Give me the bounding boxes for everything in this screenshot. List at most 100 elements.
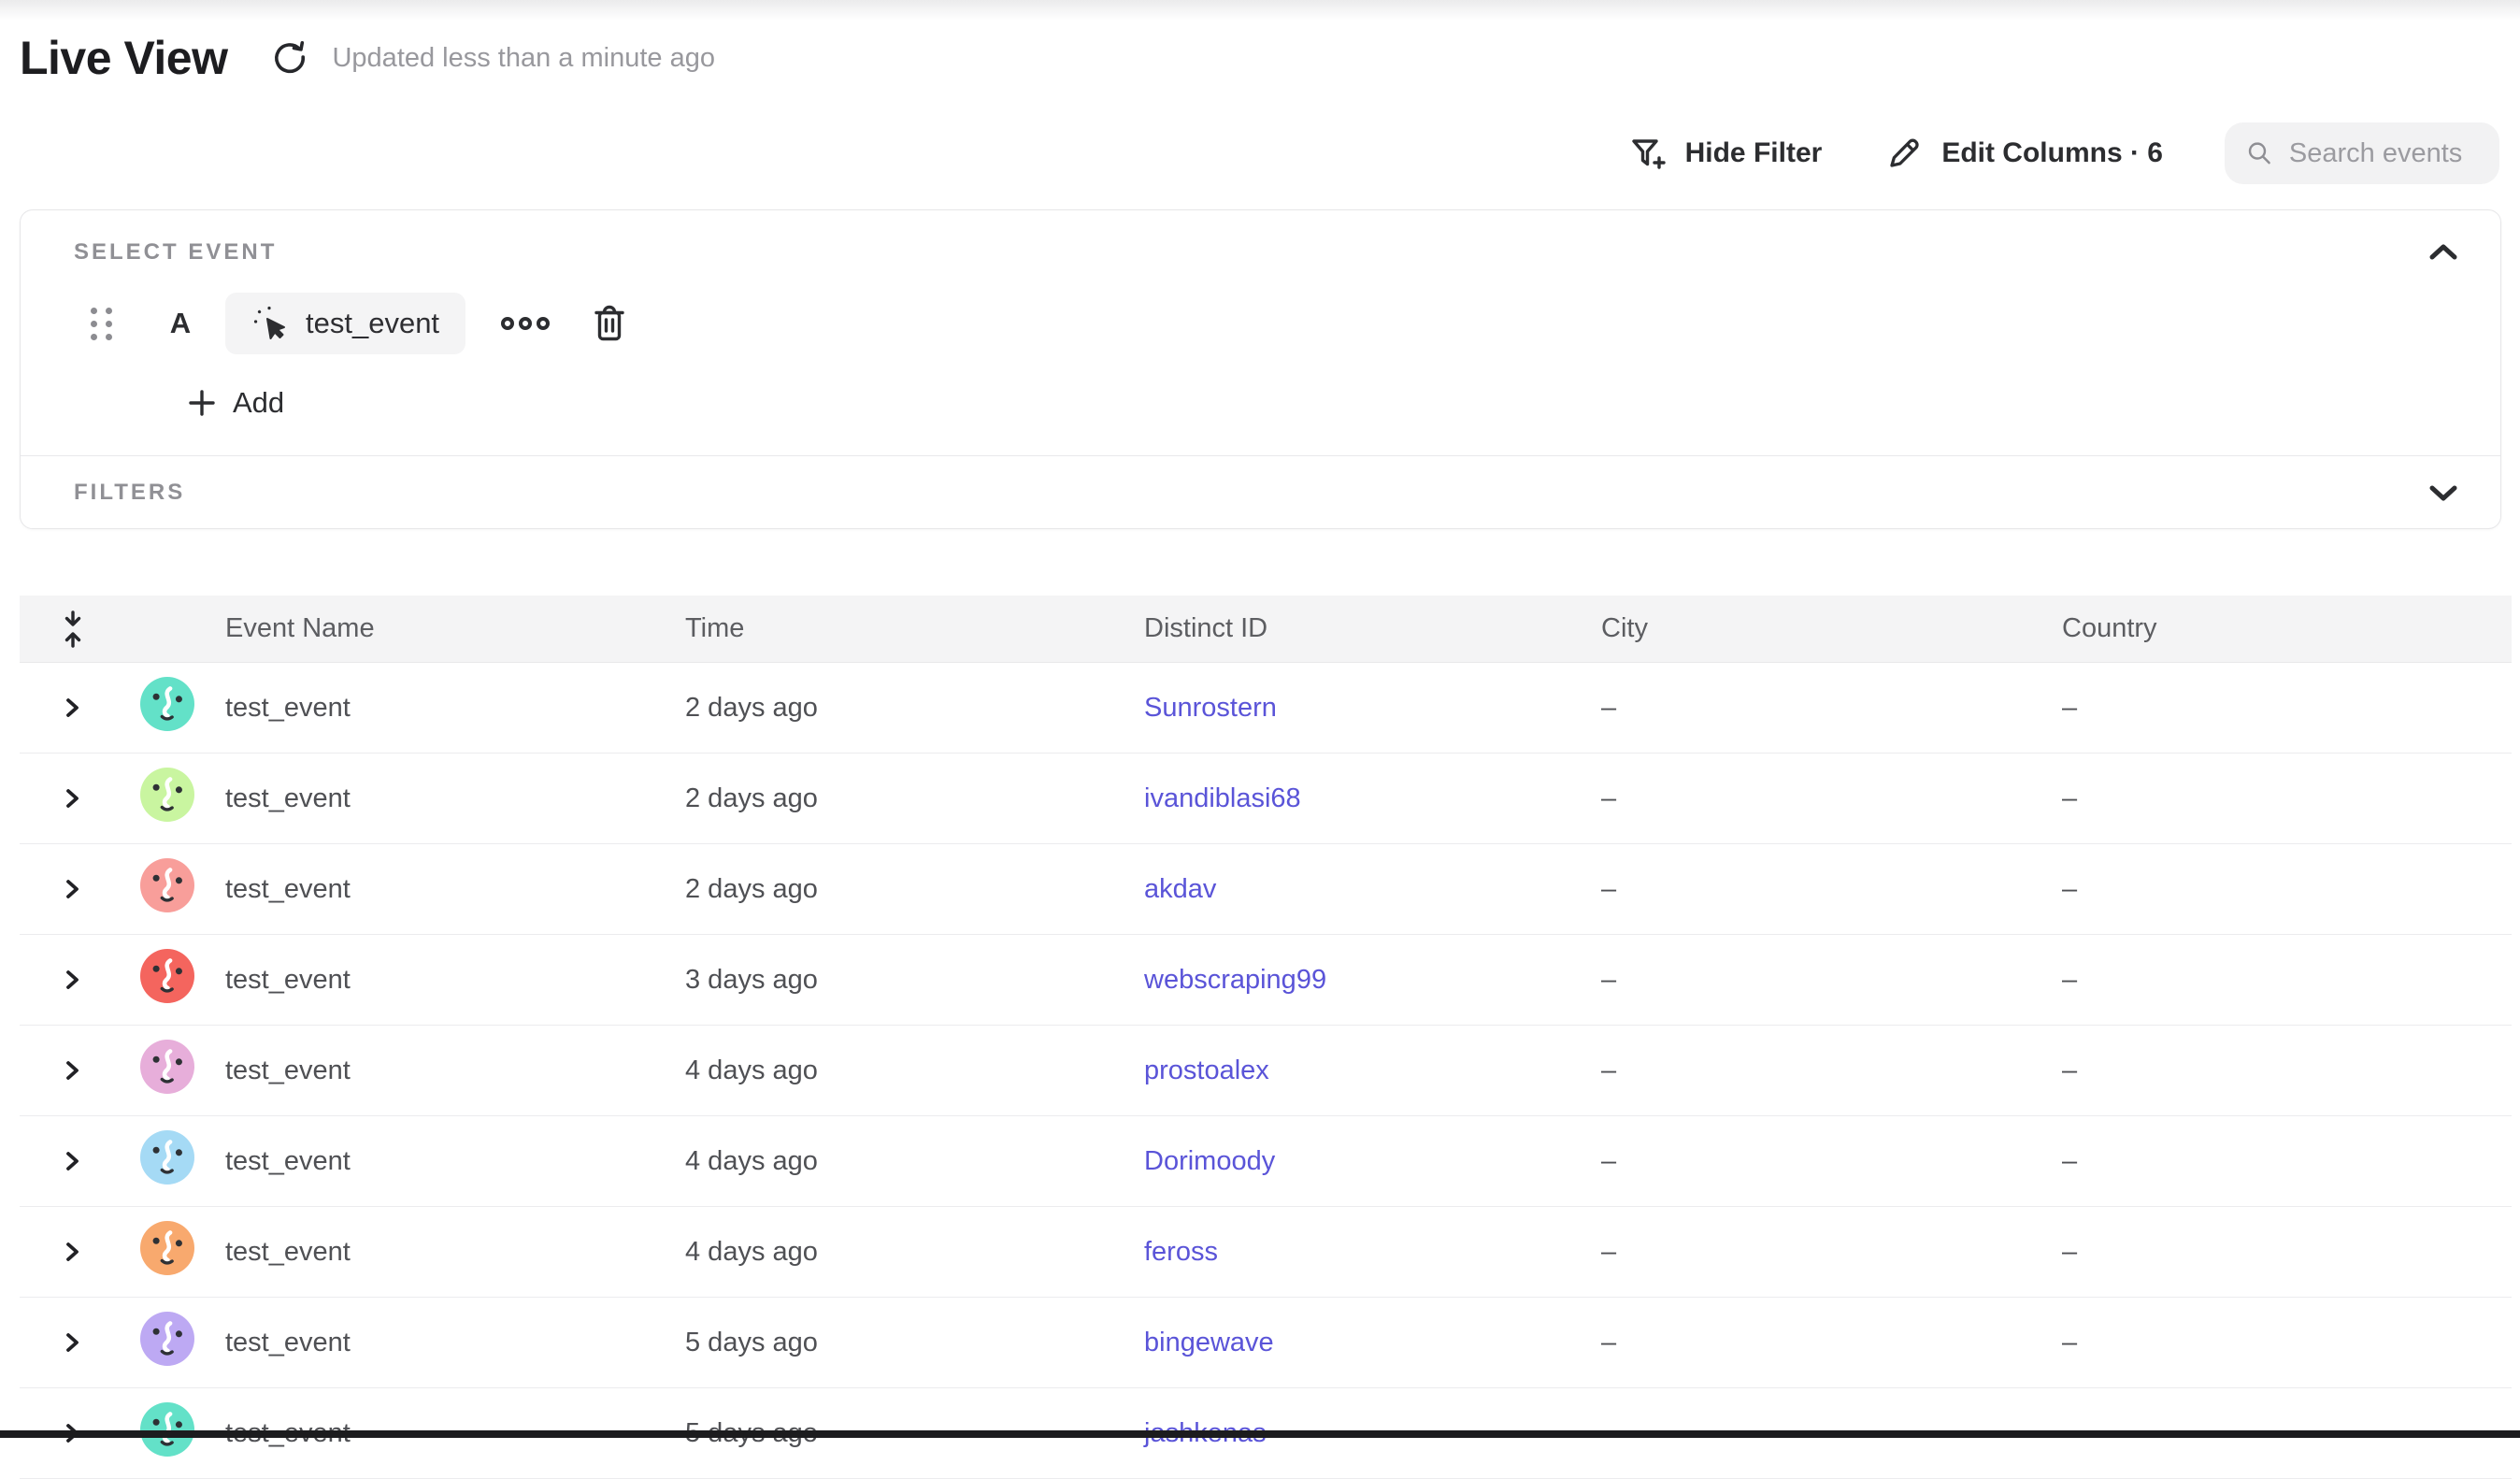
country-cell: – — [2062, 1237, 2512, 1268]
chevron-right-icon — [61, 875, 85, 903]
refresh-icon — [268, 36, 311, 79]
delete-event-button[interactable] — [589, 302, 630, 345]
select-event-section: SELECT EVENT A test_event — [21, 210, 2500, 455]
city-cell: – — [1601, 693, 2062, 724]
table-row: test_event 4 days ago Dorimoody – – — [20, 1116, 2512, 1207]
city-cell: – — [1601, 1237, 2062, 1268]
expand-row-button[interactable] — [61, 1056, 122, 1084]
avatar-cell — [122, 1040, 225, 1101]
search-input[interactable] — [2289, 138, 2479, 169]
event-letter: A — [162, 307, 199, 340]
event-name-cell: test_event — [225, 693, 685, 724]
avatar — [140, 1130, 194, 1185]
distinct-id-link[interactable]: akdav — [1144, 874, 1216, 904]
filters-section: FILTERS — [21, 456, 2500, 528]
event-name-cell: test_event — [225, 965, 685, 996]
time-cell: 4 days ago — [685, 1055, 1144, 1086]
column-header-distinct-id: Distinct ID — [1144, 613, 1601, 644]
collapse-vertical-icon — [59, 610, 87, 649]
avatar — [140, 949, 194, 1003]
collapse-rows-button[interactable] — [59, 610, 122, 649]
events-table: Event Name Time Distinct ID City Country… — [20, 596, 2512, 1479]
chevron-right-icon — [61, 966, 85, 994]
table-row: test_event 2 days ago ivandiblasi68 – – — [20, 754, 2512, 844]
more-options-button[interactable] — [499, 314, 551, 333]
expand-row-button[interactable] — [61, 1147, 122, 1175]
table-header-row: Event Name Time Distinct ID City Country — [20, 596, 2512, 663]
plus-icon — [186, 387, 218, 419]
avatar — [140, 1040, 194, 1094]
chevron-right-icon — [61, 1238, 85, 1266]
event-name-cell: test_event — [225, 1237, 685, 1268]
distinct-id-cell: feross — [1144, 1237, 1601, 1268]
time-cell: 4 days ago — [685, 1146, 1144, 1177]
bottom-edge-bar — [0, 1430, 2520, 1438]
city-cell: – — [1601, 965, 2062, 996]
distinct-id-cell: ivandiblasi68 — [1144, 783, 1601, 814]
trash-icon — [589, 302, 630, 345]
distinct-id-link[interactable]: Sunrostern — [1144, 693, 1277, 723]
avatar — [140, 1402, 194, 1457]
chevron-right-icon — [61, 1147, 85, 1175]
add-button-label: Add — [233, 386, 284, 420]
filters-label: FILTERS — [74, 480, 185, 506]
expand-filters-button[interactable] — [2414, 477, 2472, 509]
time-cell: 2 days ago — [685, 693, 1144, 724]
ellipsis-icon — [499, 314, 551, 333]
column-header-time: Time — [685, 613, 1144, 644]
table-row: test_event 2 days ago akdav – – — [20, 844, 2512, 935]
avatar — [140, 677, 194, 731]
distinct-id-cell: Sunrostern — [1144, 693, 1601, 724]
country-cell: – — [2062, 1055, 2512, 1086]
event-name-cell: test_event — [225, 874, 685, 905]
country-cell: – — [2062, 1146, 2512, 1177]
expand-row-button[interactable] — [61, 784, 122, 812]
cursor-click-icon — [251, 304, 291, 343]
city-cell: – — [1601, 1055, 2062, 1086]
avatar — [140, 768, 194, 822]
distinct-id-link[interactable]: feross — [1144, 1237, 1218, 1267]
city-cell: – — [1601, 783, 2062, 814]
avatar-cell — [122, 858, 225, 920]
pencil-icon — [1883, 133, 1925, 174]
expand-row-button[interactable] — [61, 875, 122, 903]
distinct-id-link[interactable]: prostoalex — [1144, 1055, 1269, 1085]
expand-row-button[interactable] — [61, 694, 122, 722]
toolbar: Hide Filter Edit Columns · 6 — [0, 122, 2499, 185]
drag-handle[interactable] — [91, 308, 113, 340]
add-event-button[interactable]: Add — [186, 379, 284, 427]
event-name-cell: test_event — [225, 1146, 685, 1177]
city-cell: – — [1601, 1328, 2062, 1358]
event-chip-label: test_event — [306, 307, 439, 340]
avatar — [140, 858, 194, 912]
distinct-id-cell: prostoalex — [1144, 1055, 1601, 1086]
avatar — [140, 1221, 194, 1275]
distinct-id-cell: webscraping99 — [1144, 965, 1601, 996]
event-selector-row: A test_event — [74, 293, 2472, 354]
distinct-id-link[interactable]: bingewave — [1144, 1328, 1274, 1357]
hide-filter-button[interactable]: Hide Filter — [1627, 133, 1823, 174]
expand-row-button[interactable] — [61, 1328, 122, 1357]
country-cell: – — [2062, 965, 2512, 996]
distinct-id-cell: bingewave — [1144, 1328, 1601, 1358]
distinct-id-link[interactable]: ivandiblasi68 — [1144, 783, 1301, 813]
collapse-section-button[interactable] — [2414, 237, 2472, 268]
chevron-up-icon — [2427, 242, 2459, 263]
table-row: test_event 4 days ago prostoalex – – — [20, 1026, 2512, 1116]
event-select-button[interactable]: test_event — [225, 293, 465, 354]
page-header: Live View Updated less than a minute ago — [0, 0, 2520, 88]
refresh-button[interactable] — [268, 36, 311, 79]
chevron-right-icon — [61, 1056, 85, 1084]
edit-columns-button[interactable]: Edit Columns · 6 — [1883, 133, 2163, 174]
event-name-cell: test_event — [225, 1055, 685, 1086]
column-header-city: City — [1601, 613, 2062, 644]
expand-row-button[interactable] — [61, 966, 122, 994]
distinct-id-link[interactable]: Dorimoody — [1144, 1146, 1275, 1176]
expand-row-button[interactable] — [61, 1238, 122, 1266]
filter-plus-icon — [1627, 133, 1668, 174]
event-name-cell: test_event — [225, 783, 685, 814]
time-cell: 4 days ago — [685, 1237, 1144, 1268]
table-row: test_event 3 days ago webscraping99 – – — [20, 935, 2512, 1026]
distinct-id-link[interactable]: webscraping99 — [1144, 965, 1326, 995]
avatar-cell — [122, 1221, 225, 1283]
